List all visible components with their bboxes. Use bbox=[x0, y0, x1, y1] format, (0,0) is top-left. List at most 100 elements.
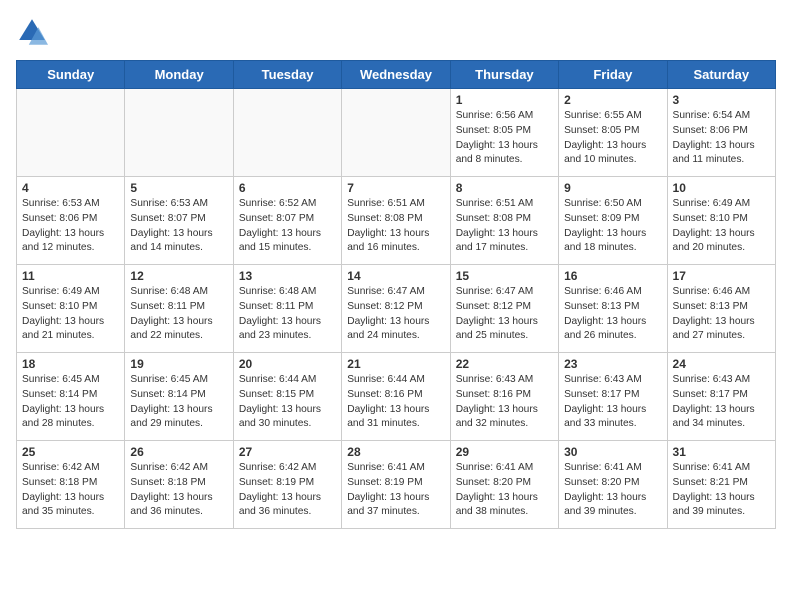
calendar-day-cell bbox=[125, 89, 233, 177]
day-info: Sunrise: 6:42 AMSunset: 8:19 PMDaylight:… bbox=[239, 461, 336, 520]
day-number: 11 bbox=[22, 269, 119, 283]
calendar-day-cell: 9Sunrise: 6:50 AMSunset: 8:09 PMDaylight… bbox=[559, 177, 667, 265]
day-info: Sunrise: 6:55 AMSunset: 8:05 PMDaylight:… bbox=[564, 109, 661, 168]
day-of-week-header: Saturday bbox=[667, 61, 775, 89]
day-info: Sunrise: 6:51 AMSunset: 8:08 PMDaylight:… bbox=[347, 197, 444, 256]
day-number: 26 bbox=[130, 445, 227, 459]
calendar-week-row: 1 Sunrise: 6:56 AMSunset: 8:05 PMDaylight… bbox=[17, 89, 776, 177]
day-number: 2 bbox=[564, 93, 661, 107]
day-info: Sunrise: 6:51 AMSunset: 8:08 PMDaylight:… bbox=[456, 197, 553, 256]
calendar-day-cell: 10 Sunrise: 6:49 AMSunset: 8:10 PMDayligh… bbox=[667, 177, 775, 265]
calendar-table: SundayMondayTuesdayWednesdayThursdayFrid… bbox=[16, 60, 776, 529]
day-number: 27 bbox=[239, 445, 336, 459]
day-info: Sunrise: 6:53 AMSunset: 8:06 PMDaylight:… bbox=[22, 197, 119, 256]
day-number: 1 bbox=[456, 93, 553, 107]
page-header bbox=[16, 16, 776, 48]
day-info: Sunrise: 6:41 AMSunset: 8:21 PMDaylight:… bbox=[673, 461, 770, 520]
calendar-day-cell: 21Sunrise: 6:44 AMSunset: 8:16 PMDayligh… bbox=[342, 353, 450, 441]
calendar-week-row: 11 Sunrise: 6:49 AMSunset: 8:10 PMDayligh… bbox=[17, 265, 776, 353]
calendar-week-row: 4 Sunrise: 6:53 AMSunset: 8:06 PMDaylight… bbox=[17, 177, 776, 265]
day-info: Sunrise: 6:56 AMSunset: 8:05 PMDaylight:… bbox=[456, 109, 553, 168]
calendar-day-cell: 27 Sunrise: 6:42 AMSunset: 8:19 PMDayligh… bbox=[233, 441, 341, 529]
calendar-day-cell: 7 Sunrise: 6:51 AMSunset: 8:08 PMDaylight… bbox=[342, 177, 450, 265]
day-info: Sunrise: 6:42 AMSunset: 8:18 PMDaylight:… bbox=[22, 461, 119, 520]
calendar-day-cell: 25Sunrise: 6:42 AMSunset: 8:18 PMDayligh… bbox=[17, 441, 125, 529]
day-info: Sunrise: 6:54 AMSunset: 8:06 PMDaylight:… bbox=[673, 109, 770, 168]
day-of-week-header: Wednesday bbox=[342, 61, 450, 89]
calendar-week-row: 25Sunrise: 6:42 AMSunset: 8:18 PMDayligh… bbox=[17, 441, 776, 529]
calendar-day-cell: 8 Sunrise: 6:51 AMSunset: 8:08 PMDaylight… bbox=[450, 177, 558, 265]
calendar-day-cell: 23Sunrise: 6:43 AMSunset: 8:17 PMDayligh… bbox=[559, 353, 667, 441]
calendar-day-cell: 6 Sunrise: 6:52 AMSunset: 8:07 PMDaylight… bbox=[233, 177, 341, 265]
day-info: Sunrise: 6:48 AMSunset: 8:11 PMDaylight:… bbox=[130, 285, 227, 344]
calendar-day-cell: 16Sunrise: 6:46 AMSunset: 8:13 PMDayligh… bbox=[559, 265, 667, 353]
day-info: Sunrise: 6:47 AMSunset: 8:12 PMDaylight:… bbox=[456, 285, 553, 344]
day-number: 10 bbox=[673, 181, 770, 195]
day-number: 8 bbox=[456, 181, 553, 195]
calendar-week-row: 18Sunrise: 6:45 AMSunset: 8:14 PMDayligh… bbox=[17, 353, 776, 441]
day-info: Sunrise: 6:49 AMSunset: 8:10 PMDaylight:… bbox=[673, 197, 770, 256]
day-number: 31 bbox=[673, 445, 770, 459]
calendar-day-cell: 19 Sunrise: 6:45 AMSunset: 8:14 PMDayligh… bbox=[125, 353, 233, 441]
calendar-day-cell: 26 Sunrise: 6:42 AMSunset: 8:18 PMDayligh… bbox=[125, 441, 233, 529]
calendar-day-cell: 24 Sunrise: 6:43 AMSunset: 8:17 PMDayligh… bbox=[667, 353, 775, 441]
day-number: 16 bbox=[564, 269, 661, 283]
day-number: 19 bbox=[130, 357, 227, 371]
calendar-day-cell: 12 Sunrise: 6:48 AMSunset: 8:11 PMDayligh… bbox=[125, 265, 233, 353]
day-number: 13 bbox=[239, 269, 336, 283]
day-number: 28 bbox=[347, 445, 444, 459]
calendar-day-cell: 5 Sunrise: 6:53 AMSunset: 8:07 PMDaylight… bbox=[125, 177, 233, 265]
day-info: Sunrise: 6:45 AMSunset: 8:14 PMDaylight:… bbox=[130, 373, 227, 432]
day-of-week-header: Tuesday bbox=[233, 61, 341, 89]
calendar-day-cell: 20 Sunrise: 6:44 AMSunset: 8:15 PMDayligh… bbox=[233, 353, 341, 441]
day-number: 5 bbox=[130, 181, 227, 195]
calendar-day-cell: 18Sunrise: 6:45 AMSunset: 8:14 PMDayligh… bbox=[17, 353, 125, 441]
calendar-day-cell bbox=[17, 89, 125, 177]
calendar-day-cell: 13 Sunrise: 6:48 AMSunset: 8:11 PMDayligh… bbox=[233, 265, 341, 353]
calendar-header-row: SundayMondayTuesdayWednesdayThursdayFrid… bbox=[17, 61, 776, 89]
day-number: 23 bbox=[564, 357, 661, 371]
day-info: Sunrise: 6:45 AMSunset: 8:14 PMDaylight:… bbox=[22, 373, 119, 432]
day-info: Sunrise: 6:46 AMSunset: 8:13 PMDaylight:… bbox=[673, 285, 770, 344]
day-number: 15 bbox=[456, 269, 553, 283]
calendar-day-cell: 17 Sunrise: 6:46 AMSunset: 8:13 PMDayligh… bbox=[667, 265, 775, 353]
day-info: Sunrise: 6:41 AMSunset: 8:20 PMDaylight:… bbox=[456, 461, 553, 520]
day-info: Sunrise: 6:41 AMSunset: 8:19 PMDaylight:… bbox=[347, 461, 444, 520]
calendar-day-cell bbox=[233, 89, 341, 177]
calendar-day-cell: 1 Sunrise: 6:56 AMSunset: 8:05 PMDaylight… bbox=[450, 89, 558, 177]
calendar-day-cell: 15 Sunrise: 6:47 AMSunset: 8:12 PMDayligh… bbox=[450, 265, 558, 353]
day-info: Sunrise: 6:50 AMSunset: 8:09 PMDaylight:… bbox=[564, 197, 661, 256]
day-number: 17 bbox=[673, 269, 770, 283]
day-number: 21 bbox=[347, 357, 444, 371]
day-of-week-header: Thursday bbox=[450, 61, 558, 89]
logo-icon bbox=[16, 16, 48, 48]
day-info: Sunrise: 6:43 AMSunset: 8:16 PMDaylight:… bbox=[456, 373, 553, 432]
calendar-day-cell: 28 Sunrise: 6:41 AMSunset: 8:19 PMDayligh… bbox=[342, 441, 450, 529]
day-info: Sunrise: 6:43 AMSunset: 8:17 PMDaylight:… bbox=[673, 373, 770, 432]
day-number: 20 bbox=[239, 357, 336, 371]
day-number: 14 bbox=[347, 269, 444, 283]
day-number: 7 bbox=[347, 181, 444, 195]
day-info: Sunrise: 6:49 AMSunset: 8:10 PMDaylight:… bbox=[22, 285, 119, 344]
day-number: 29 bbox=[456, 445, 553, 459]
calendar-day-cell: 14 Sunrise: 6:47 AMSunset: 8:12 PMDayligh… bbox=[342, 265, 450, 353]
calendar-day-cell: 22Sunrise: 6:43 AMSunset: 8:16 PMDayligh… bbox=[450, 353, 558, 441]
day-of-week-header: Friday bbox=[559, 61, 667, 89]
calendar-day-cell: 4 Sunrise: 6:53 AMSunset: 8:06 PMDaylight… bbox=[17, 177, 125, 265]
day-info: Sunrise: 6:53 AMSunset: 8:07 PMDaylight:… bbox=[130, 197, 227, 256]
day-info: Sunrise: 6:52 AMSunset: 8:07 PMDaylight:… bbox=[239, 197, 336, 256]
day-info: Sunrise: 6:47 AMSunset: 8:12 PMDaylight:… bbox=[347, 285, 444, 344]
day-of-week-header: Monday bbox=[125, 61, 233, 89]
day-number: 4 bbox=[22, 181, 119, 195]
day-number: 30 bbox=[564, 445, 661, 459]
calendar-day-cell: 11 Sunrise: 6:49 AMSunset: 8:10 PMDayligh… bbox=[17, 265, 125, 353]
day-info: Sunrise: 6:48 AMSunset: 8:11 PMDaylight:… bbox=[239, 285, 336, 344]
day-number: 12 bbox=[130, 269, 227, 283]
day-number: 24 bbox=[673, 357, 770, 371]
day-info: Sunrise: 6:44 AMSunset: 8:15 PMDaylight:… bbox=[239, 373, 336, 432]
day-info: Sunrise: 6:42 AMSunset: 8:18 PMDaylight:… bbox=[130, 461, 227, 520]
calendar-day-cell: 29 Sunrise: 6:41 AMSunset: 8:20 PMDayligh… bbox=[450, 441, 558, 529]
calendar-day-cell: 3 Sunrise: 6:54 AMSunset: 8:06 PMDaylight… bbox=[667, 89, 775, 177]
day-number: 3 bbox=[673, 93, 770, 107]
day-number: 6 bbox=[239, 181, 336, 195]
